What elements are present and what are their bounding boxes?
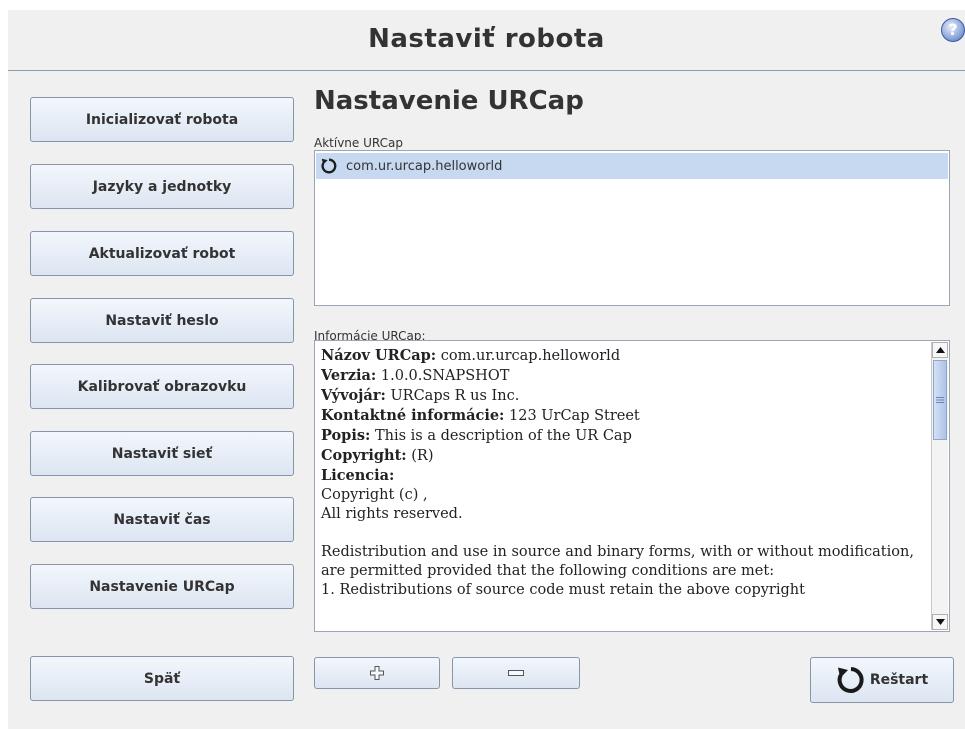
set-time-button[interactable]: Nastaviť čas	[30, 497, 294, 542]
button-label: Jazyky a jednotky	[92, 178, 232, 195]
info-key: Copyright:	[321, 447, 407, 464]
urcap-info-panel[interactable]: Názov URCap: com.ur.urcap.helloworld Ver…	[314, 340, 950, 632]
button-label: Nastaviť čas	[113, 511, 211, 528]
button-label: Nastaviť sieť	[111, 445, 213, 462]
info-value: This is a description of the UR Cap	[374, 428, 632, 444]
license-text-line: Copyright (c) ,	[321, 487, 428, 503]
page-title: Nastaviť robota	[368, 24, 605, 54]
button-label: Inicializovať robota	[85, 111, 239, 128]
active-urcaps-label: Aktívne URCap	[314, 136, 403, 150]
license-paragraph: 1. Redistributions of source code must r…	[321, 582, 805, 598]
info-key: Verzia:	[321, 367, 377, 384]
question-mark-icon[interactable]: ?	[941, 18, 965, 42]
info-license-line: Licencia:	[321, 466, 927, 486]
scrollbar-thumb[interactable]	[933, 360, 947, 440]
info-copyright-line: Copyright: (R)	[321, 446, 927, 466]
button-label: Nastaviť heslo	[105, 312, 219, 329]
urcap-info-text: Názov URCap: com.ur.urcap.helloworld Ver…	[321, 346, 927, 600]
info-version-line: Verzia: 1.0.0.SNAPSHOT	[321, 366, 927, 386]
restart-button[interactable]: Reštart	[810, 657, 954, 703]
add-urcap-button[interactable]	[314, 657, 440, 689]
back-button[interactable]: Späť	[30, 656, 294, 701]
list-item[interactable]: com.ur.urcap.helloworld	[316, 153, 948, 179]
license-paragraph: Redistribution and use in source and bin…	[321, 544, 914, 579]
restart-label: Reštart	[869, 672, 929, 688]
section-heading: Nastavenie URCap	[314, 86, 584, 116]
remove-urcap-button[interactable]	[452, 657, 580, 689]
scroll-down-arrow-icon[interactable]	[932, 614, 948, 630]
info-key: Názov URCap:	[321, 347, 437, 364]
info-developer-line: Vývojár: URCaps R us Inc.	[321, 386, 927, 406]
info-key: Kontaktné informácie:	[321, 407, 505, 424]
active-urcaps-list[interactable]: com.ur.urcap.helloworld	[314, 150, 950, 306]
info-description-line: Popis: This is a description of the UR C…	[321, 426, 927, 446]
restart-icon	[837, 667, 864, 693]
plus-icon	[370, 666, 384, 680]
update-robot-button[interactable]: Aktualizovať robot	[30, 231, 294, 276]
language-units-button[interactable]: Jazyky a jednotky	[30, 164, 294, 209]
urcap-name: com.ur.urcap.helloworld	[346, 158, 503, 174]
set-network-button[interactable]: Nastaviť sieť	[30, 431, 294, 476]
info-value: com.ur.urcap.helloworld	[440, 348, 621, 364]
vertical-scrollbar[interactable]	[931, 342, 948, 630]
info-name-line: Názov URCap: com.ur.urcap.helloworld	[321, 346, 927, 366]
info-value: URCaps R us Inc.	[390, 388, 520, 404]
button-label: Nastavenie URCap	[89, 578, 235, 595]
scroll-up-arrow-icon[interactable]	[932, 342, 948, 358]
info-value: (R)	[411, 448, 434, 464]
button-label: Aktualizovať robot	[88, 245, 236, 262]
minus-icon	[508, 670, 524, 676]
info-contact-line: Kontaktné informácie: 123 UrCap Street	[321, 406, 927, 426]
set-password-button[interactable]: Nastaviť heslo	[30, 298, 294, 343]
info-key: Vývojár:	[321, 387, 386, 404]
info-key: Licencia:	[321, 467, 395, 484]
initialize-robot-button[interactable]: Inicializovať robota	[30, 97, 294, 142]
info-value: 1.0.0.SNAPSHOT	[380, 368, 510, 384]
info-value: 123 UrCap Street	[509, 408, 640, 424]
calibrate-screen-button[interactable]: Kalibrovať obrazovku	[30, 364, 294, 409]
info-key: Popis:	[321, 427, 371, 444]
urcap-setup-button[interactable]: Nastavenie URCap	[30, 564, 294, 609]
license-text-line: All rights reserved.	[321, 506, 463, 522]
refresh-icon	[321, 158, 337, 174]
title-bar: Nastaviť robota ?	[8, 10, 965, 71]
button-label: Kalibrovať obrazovku	[77, 378, 247, 395]
button-label: Späť	[143, 670, 181, 687]
